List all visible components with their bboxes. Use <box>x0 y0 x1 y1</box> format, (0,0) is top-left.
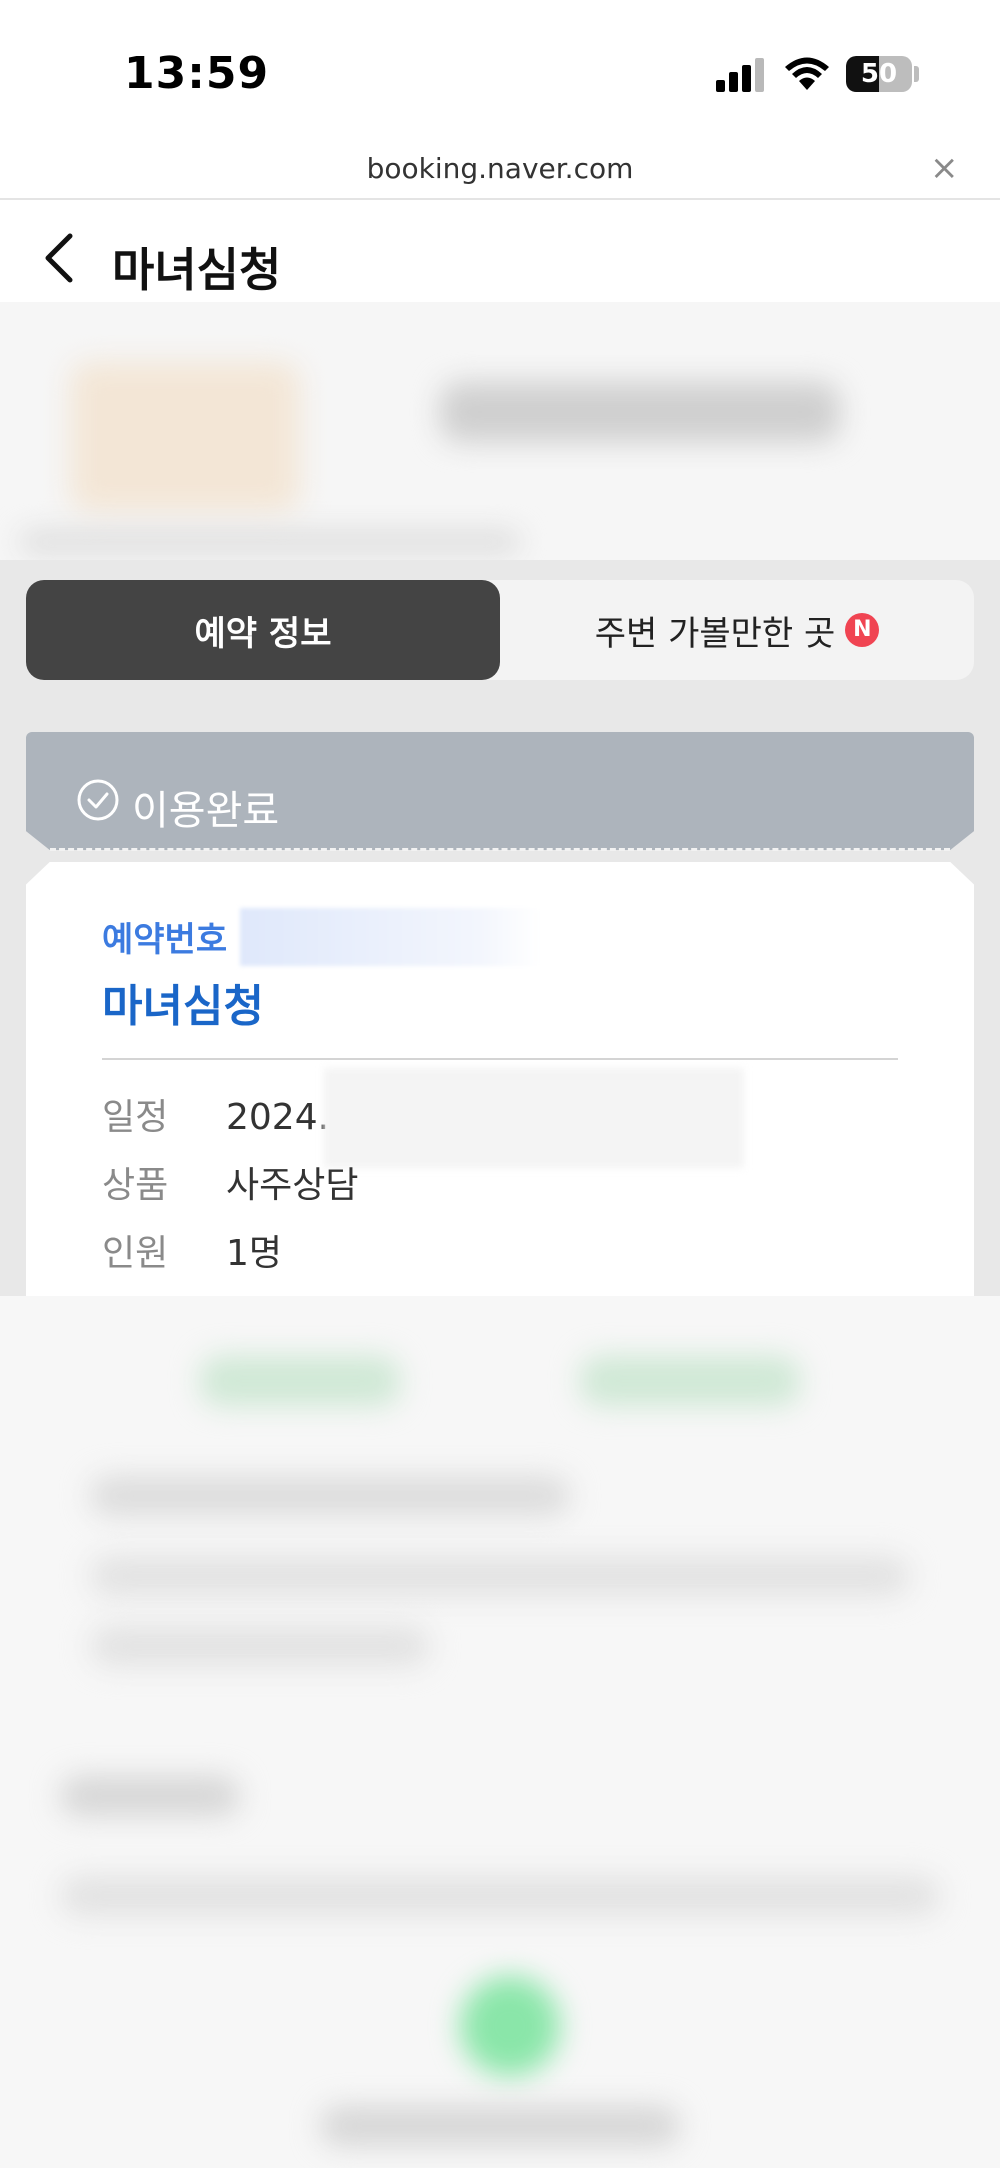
blurred-text-2 <box>90 1556 910 1596</box>
browser-url-bar: booking.naver.com × <box>0 140 1000 200</box>
wifi-icon <box>785 57 829 90</box>
blurred-text-3 <box>90 1626 430 1666</box>
status-time: 13:59 <box>124 48 270 99</box>
blurred-text-1 <box>90 1476 570 1516</box>
tab-label: 주변 가볼만한 곳 <box>594 613 836 654</box>
blurred-action-left <box>200 1356 400 1406</box>
close-icon[interactable]: × <box>930 148 959 188</box>
status-banner: 이용완료 <box>26 732 974 850</box>
shop-meta-blurred <box>20 532 520 552</box>
battery-percent: 50 <box>860 59 898 89</box>
status-bar: 13:59 50 <box>0 0 1000 140</box>
new-badge: N <box>845 613 880 647</box>
tab-reservation-info[interactable]: 예약 정보 <box>26 580 500 680</box>
blurred-green-button <box>460 1976 560 2076</box>
tab-nearby-places[interactable]: 주변 가볼만한 곳 N <box>500 580 974 680</box>
detail-row-schedule: 일정 2024. <box>102 1088 329 1140</box>
blurred-heading <box>60 1776 240 1816</box>
url-text[interactable]: booking.naver.com <box>0 152 1000 185</box>
reservation-number-label: 예약번호 <box>102 920 228 960</box>
detail-value: 사주상담 <box>226 1165 359 1206</box>
shop-info-card-blurred <box>0 302 1000 560</box>
detail-label: 일정 <box>102 1097 169 1138</box>
status-label: 이용완료 <box>132 788 280 834</box>
shop-thumbnail <box>70 362 300 512</box>
page-header: 마녀심청 <box>0 202 1000 302</box>
detail-row-people: 인원 1명 <box>102 1224 282 1276</box>
detail-label: 상품 <box>102 1165 169 1206</box>
detail-label: 인원 <box>102 1233 169 1274</box>
back-arrow-icon[interactable] <box>40 230 80 286</box>
tab-bar: 예약 정보 주변 가볼만한 곳 N <box>26 580 974 680</box>
tab-label: 예약 정보 <box>194 613 332 654</box>
battery-icon: 50 <box>846 56 912 92</box>
blurred-footer <box>320 2106 680 2146</box>
battery-tip <box>914 66 919 82</box>
page-title: 마녀심청 <box>112 243 282 297</box>
blurred-text-4 <box>60 1876 940 1916</box>
ticket-divider <box>50 848 950 851</box>
detail-value: 1명 <box>226 1233 283 1274</box>
schedule-redacted <box>324 1068 744 1168</box>
blurred-lower-section <box>0 1296 1000 2168</box>
reservation-number-redacted <box>240 908 540 966</box>
blurred-action-right <box>580 1356 800 1406</box>
shop-name: 마녀심청 <box>102 981 264 1032</box>
signal-icon <box>716 58 766 92</box>
shop-name-blurred <box>440 382 840 442</box>
detail-value: 2024. <box>226 1097 330 1138</box>
check-circle-icon <box>77 779 119 821</box>
divider <box>102 1058 898 1060</box>
detail-row-product: 상품 사주상담 <box>102 1156 358 1208</box>
